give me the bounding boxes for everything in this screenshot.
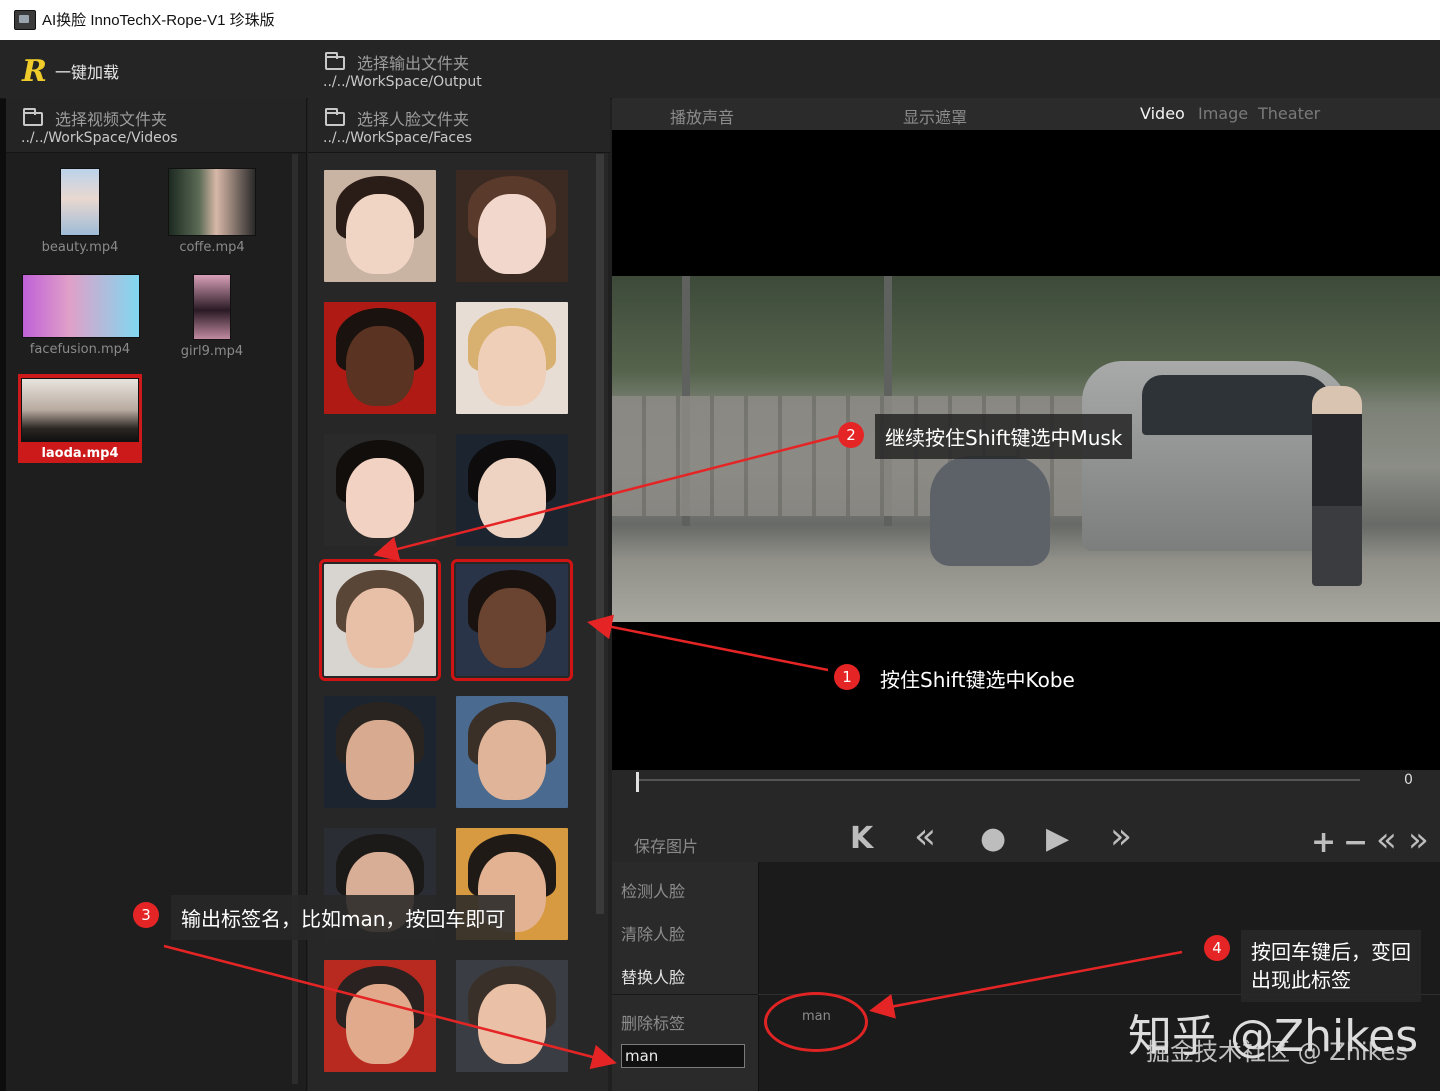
step-3-badge: 3 bbox=[133, 902, 159, 928]
step-4-line2: 出现此标签 bbox=[1251, 968, 1351, 992]
step-1-note: 按住Shift键选中Kobe bbox=[880, 668, 1075, 692]
step-4-note: 按回车键后，变回 出现此标签 bbox=[1241, 930, 1421, 1002]
step-4-badge: 4 bbox=[1204, 935, 1230, 961]
step-1-badge: 1 bbox=[834, 664, 860, 690]
step-2-badge: 2 bbox=[838, 422, 864, 448]
watermark-juejin: 掘金技术社区 @ Zhikes bbox=[1146, 1038, 1408, 1066]
step-2-note: 继续按住Shift键选中Musk bbox=[875, 414, 1133, 459]
step-3-note: 输出标签名，比如man，按回车即可 bbox=[171, 895, 516, 940]
step-4-line1: 按回车键后，变回 bbox=[1251, 940, 1411, 964]
